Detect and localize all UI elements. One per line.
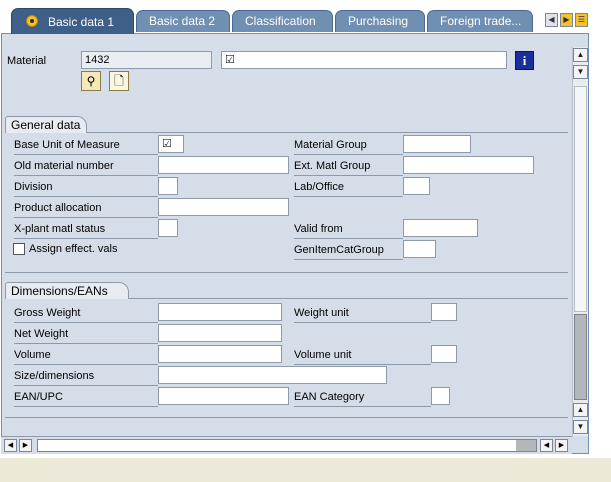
window-footer [0,458,611,482]
arrow-down-icon[interactable] [573,439,588,453]
ext-matl-group-label: Ext. Matl Group [294,159,403,176]
tab-label: Classification [245,14,316,28]
volume-label: Volume [14,348,158,365]
ext-matl-group-field[interactable] [403,156,534,174]
material-group-field[interactable] [403,135,471,153]
base-uom-field[interactable]: ☑ [158,135,184,153]
tab-foreign-trade[interactable]: Foreign trade... [427,10,533,32]
vertical-scroll-thumb[interactable] [574,86,587,312]
tab-basic-data-2[interactable]: Basic data 2 [136,10,230,32]
horizontal-scroll-track[interactable] [37,439,537,452]
assign-effect-label: Assign effect. vals [29,243,118,255]
arrow-left-icon[interactable]: ◀ [540,439,553,452]
horizontal-scroll-thumb[interactable] [516,440,536,451]
tab-scroll-right-icon[interactable]: ▶ [560,13,573,27]
material-field[interactable]: 1432 [81,51,212,69]
arrow-up-icon[interactable]: ▲ [573,48,588,62]
vertical-scroll-handle[interactable] [574,314,587,400]
base-uom-label: Base Unit of Measure [14,138,158,155]
weight-unit-field[interactable] [431,303,457,321]
product-allocation-field[interactable] [158,198,289,216]
xplant-status-label: X-plant matl status [14,222,158,239]
tab-purchasing[interactable]: Purchasing [335,10,425,32]
old-material-label: Old material number [14,159,158,176]
tab-list-icon[interactable]: ☰ [575,13,588,27]
volume-unit-label: Volume unit [294,348,431,365]
arrow-up-icon[interactable]: ▲ [573,403,588,417]
net-weight-label: Net Weight [14,327,158,344]
valid-from-field[interactable] [403,219,478,237]
tab-scroll-left-icon[interactable]: ◀ [545,13,558,27]
assign-effect-checkbox[interactable] [13,243,25,255]
volume-unit-field[interactable] [431,345,457,363]
glasses-icon[interactable]: ⚲ [81,71,101,91]
division-field[interactable] [158,177,178,195]
material-description-field[interactable]: ☑ [221,51,507,69]
tab-label: Basic data 1 [48,15,115,29]
volume-field[interactable] [158,345,282,363]
xplant-status-field[interactable] [158,219,178,237]
arrow-down-icon[interactable]: ▼ [573,420,588,434]
ean-category-field[interactable] [431,387,450,405]
weight-unit-label: Weight unit [294,306,431,323]
ean-upc-label: EAN/UPC [14,390,158,407]
tab-label: Foreign trade... [440,14,522,28]
genitem-label: GenItemCatGroup [294,243,403,260]
material-group-label: Material Group [294,138,403,155]
division-label: Division [14,180,158,197]
tab-basic-data-1[interactable]: Basic data 1 [11,8,134,34]
size-dimensions-label: Size/dimensions [14,369,158,386]
valid-from-label: Valid from [294,222,403,239]
lab-office-label: Lab/Office [294,180,403,197]
document-icon[interactable]: 🗋 [109,71,129,91]
ean-category-label: EAN Category [294,390,431,407]
arrow-down-icon[interactable]: ▼ [573,65,588,79]
arrow-left-icon[interactable]: ◀ [4,439,17,452]
arrow-right-icon[interactable]: ▶ [555,439,568,452]
old-material-field[interactable] [158,156,289,174]
tab-label: Purchasing [348,14,409,28]
tab-label: Basic data 2 [149,14,216,28]
size-dimensions-field[interactable] [158,366,387,384]
product-allocation-label: Product allocation [14,201,158,218]
lab-office-field[interactable] [403,177,430,195]
arrow-right-icon[interactable]: ▶ [19,439,32,452]
dimensions-title: Dimensions/EANs [5,282,129,299]
ean-upc-field[interactable] [158,387,289,405]
status-dot-icon [26,15,38,27]
gross-weight-label: Gross Weight [14,306,158,323]
net-weight-field[interactable] [158,324,282,342]
material-label: Material [7,55,47,67]
general-data-title: General data [5,116,87,133]
info-icon[interactable]: i [515,51,534,70]
gross-weight-field[interactable] [158,303,282,321]
tab-classification[interactable]: Classification [232,10,333,32]
genitem-field[interactable] [403,240,436,258]
horizontal-scrollbar: ◀ ▶ ◀ ▶ [1,436,572,454]
